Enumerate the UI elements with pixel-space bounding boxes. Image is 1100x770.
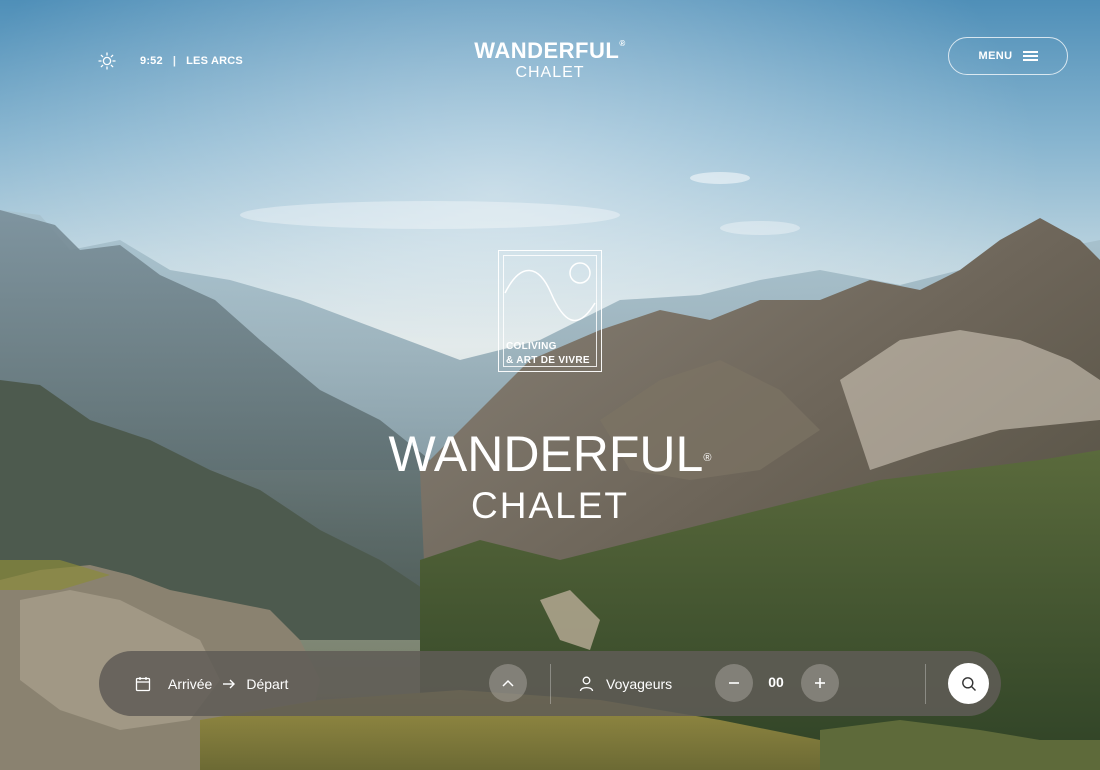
emblem-line-1: COLIVING (506, 341, 557, 352)
hero-title-wordmark: WANDERFUL (388, 426, 704, 482)
separator: | (172, 55, 177, 67)
logo-subtitle: CHALET (515, 64, 585, 81)
sun-icon (98, 52, 116, 70)
menu-button[interactable]: MENU (948, 37, 1068, 75)
guest-count: 00 (768, 674, 784, 690)
user-icon (579, 676, 594, 691)
search-button[interactable] (948, 663, 989, 704)
divider (925, 664, 926, 704)
hero-title: WANDERFUL® CHALET (370, 428, 730, 526)
search-icon (961, 676, 976, 691)
menu-label: MENU (978, 50, 1013, 62)
booking-bar: Arrivée Départ Voyageurs 00 (99, 651, 1001, 716)
plus-icon (815, 678, 825, 688)
location-label: LES ARCS (186, 55, 243, 67)
current-time: 9:52 (140, 55, 163, 67)
departure-label: Départ (246, 675, 289, 692)
header-logo[interactable]: WANDERFUL® CHALET (470, 40, 630, 81)
arrival-label: Arrivée (168, 675, 213, 692)
hero-registered-mark: ® (703, 452, 712, 464)
coliving-emblem: COLIVING & ART DE VIVRE (498, 250, 602, 372)
arrow-right-icon (223, 679, 236, 688)
date-range-selector[interactable]: Arrivée Départ (135, 651, 288, 716)
guests-label: Voyageurs (606, 675, 673, 692)
expand-dates-button[interactable] (489, 664, 527, 702)
logo-wordmark: WANDERFUL (474, 38, 620, 63)
wave-sun-emblem-icon (504, 262, 596, 322)
decrement-guests-button[interactable] (715, 664, 753, 702)
hamburger-icon (1022, 51, 1038, 61)
chevron-up-icon (502, 679, 514, 687)
increment-guests-button[interactable] (801, 664, 839, 702)
emblem-line-2: & ART DE VIVRE (506, 355, 590, 366)
minus-icon (729, 682, 739, 684)
time-location: 9:52 | LES ARCS (98, 52, 243, 70)
calendar-icon (135, 676, 151, 691)
logo-registered-mark: ® (619, 39, 626, 48)
guests-selector[interactable]: Voyageurs (579, 651, 672, 716)
divider (550, 664, 551, 704)
hero-title-subtitle: CHALET (471, 485, 629, 526)
